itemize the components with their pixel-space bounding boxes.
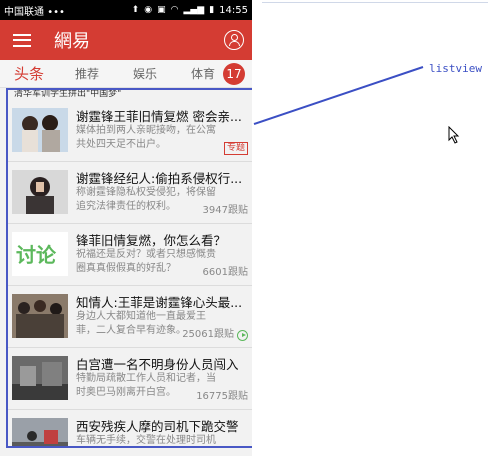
mouse-cursor-icon	[448, 126, 460, 144]
annotation-arrow	[253, 66, 424, 125]
annotation-label: listview	[429, 62, 482, 75]
